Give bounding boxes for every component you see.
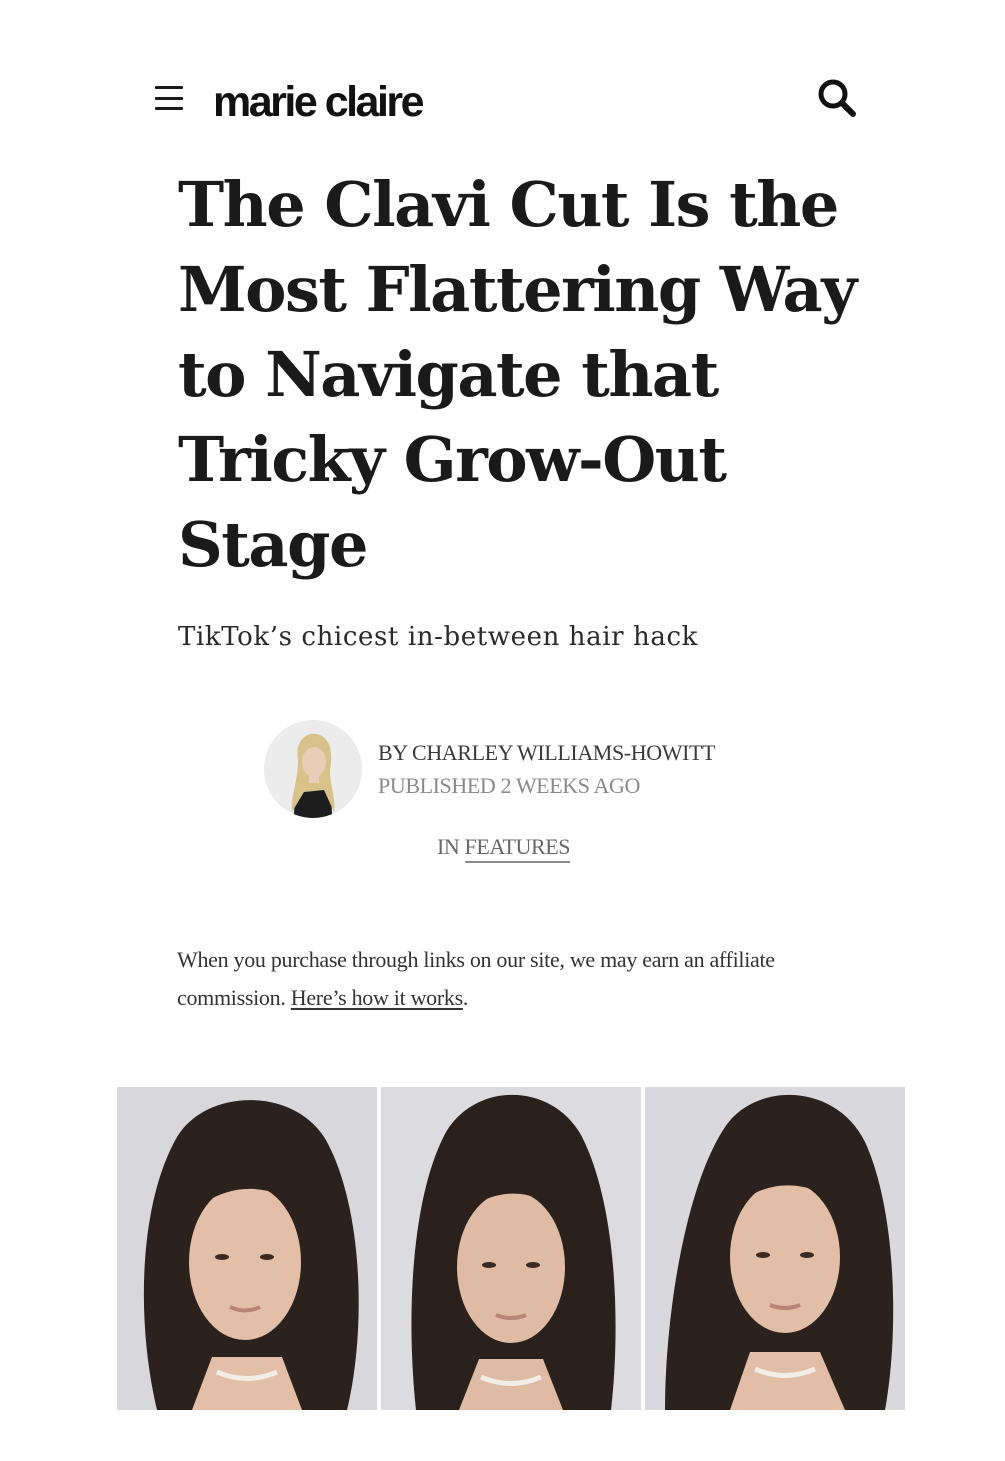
hero-image-gallery[interactable] (117, 1087, 905, 1410)
menu-bar (155, 86, 183, 89)
title-line: The Clavi Cut Is the (178, 168, 839, 241)
affiliate-disclosure: When you purchase through links on our s… (177, 941, 877, 1017)
disclosure-text: When you purchase through links on our s… (177, 947, 775, 1010)
article-category: IN FEATURES (437, 832, 571, 863)
title-line: to Navigate that (178, 338, 719, 411)
title-line: Stage (178, 508, 368, 581)
author-avatar[interactable] (264, 720, 362, 818)
author-name[interactable]: BY CHARLEY WILLIAMS-HOWITT (378, 738, 715, 768)
publish-date: PUBLISHED 2 WEEKS AGO (378, 773, 640, 798)
model-photo-center (381, 1087, 641, 1410)
model-photo-left (117, 1087, 377, 1410)
category-link[interactable]: FEATURES (464, 834, 571, 863)
site-logo[interactable]: marie claire (213, 76, 425, 128)
menu-bar (155, 96, 183, 100)
how-it-works-link[interactable]: Here’s how it works (291, 985, 463, 1010)
disclosure-suffix: . (462, 985, 469, 1010)
menu-bar (155, 107, 183, 110)
search-icon[interactable] (815, 76, 859, 120)
title-line: Most Flattering Way (178, 253, 857, 326)
article-title: The Clavi Cut Is the Most Flattering Way… (178, 162, 858, 587)
category-prefix: IN (437, 834, 460, 859)
hamburger-menu-icon[interactable] (155, 86, 185, 110)
article-subtitle: TikTok’s chicest in-between hair hack (178, 622, 699, 652)
title-line: Tricky Grow-Out (178, 423, 727, 496)
model-photo-right (645, 1087, 905, 1410)
